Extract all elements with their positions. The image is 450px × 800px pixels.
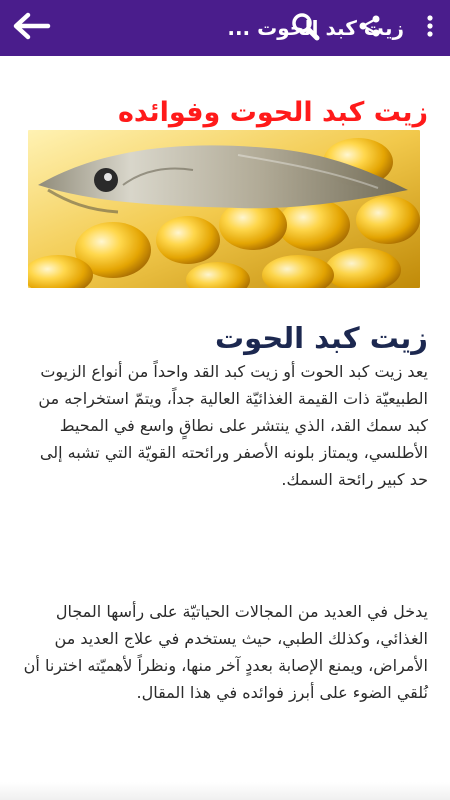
- section-heading: زيت كبد الحوت: [215, 321, 428, 355]
- more-vert-icon: [426, 14, 434, 42]
- app-bar-title: زيت كبد الحوت ...: [227, 16, 404, 40]
- fish-and-capsules-image: [28, 130, 420, 288]
- bottom-fade: [0, 782, 450, 800]
- article-paragraph-2: يدخل في العديد من المجالات الحياتيّة على…: [23, 602, 428, 702]
- back-button[interactable]: [8, 8, 56, 48]
- article-paragraph-1: يعد زيت كبد الحوت أو زيت كبد القد واحداً…: [38, 362, 428, 489]
- article-title: زيت كبد الحوت وفوائده: [117, 97, 428, 128]
- arrow-left-icon: [10, 8, 54, 48]
- app-bar: زيت كبد الحوت ...: [0, 0, 450, 56]
- overflow-menu-button[interactable]: [414, 8, 446, 48]
- article-content: زيت كبد الحوت وفوائده زيت كبد الحوت يعد …: [0, 56, 450, 800]
